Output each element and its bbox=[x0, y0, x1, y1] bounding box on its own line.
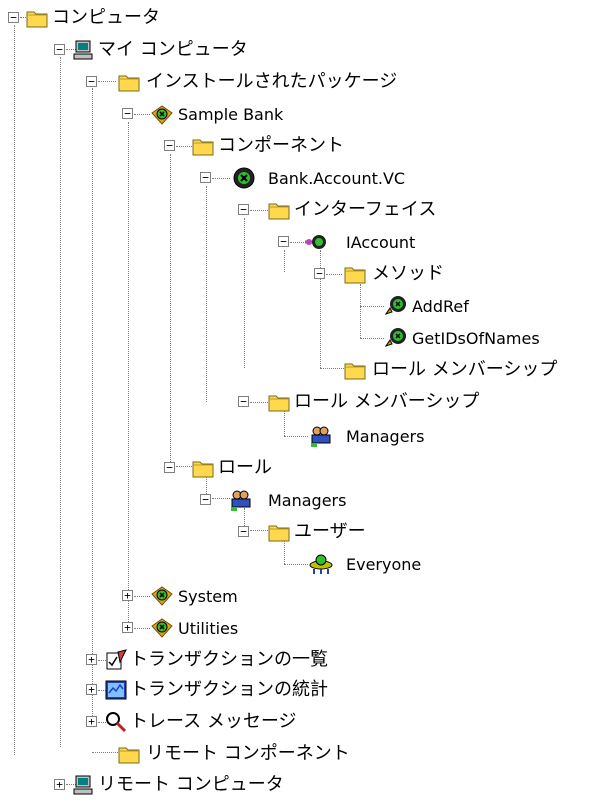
tree-item-installed-packages[interactable]: − インストールされたパッケージ bbox=[0, 66, 420, 98]
computer-icon bbox=[72, 774, 94, 796]
component-icon bbox=[232, 166, 255, 189]
expand-toggle[interactable]: + bbox=[54, 779, 65, 790]
tree-item-label: ロール bbox=[218, 457, 272, 478]
expand-toggle[interactable]: + bbox=[122, 622, 133, 633]
transaction-list-icon bbox=[104, 648, 127, 670]
folder-icon bbox=[118, 71, 140, 93]
collapse-toggle[interactable]: − bbox=[238, 396, 249, 407]
tree-item-transaction-list[interactable]: + トランザクションの一覧 bbox=[0, 644, 420, 676]
folder-icon bbox=[344, 263, 366, 285]
tree-item-roles[interactable]: − ロール bbox=[0, 452, 400, 484]
tree-item-label: インターフェイス bbox=[294, 199, 437, 220]
tree-view[interactable]: − コンピュータ − マイ コンピュータ − インストールされたパッケージ − … bbox=[0, 0, 608, 802]
collapse-toggle[interactable]: − bbox=[238, 204, 249, 215]
collapse-toggle[interactable]: − bbox=[54, 44, 65, 55]
collapse-toggle[interactable]: − bbox=[164, 140, 175, 151]
folder-icon bbox=[268, 391, 290, 413]
folder-icon bbox=[118, 743, 140, 765]
tree-item-system[interactable]: + System bbox=[0, 580, 320, 612]
tree-item-remote-computers[interactable]: + リモート コンピュータ bbox=[0, 769, 360, 801]
expand-toggle[interactable]: + bbox=[86, 684, 97, 695]
folder-icon bbox=[268, 521, 290, 543]
tree-item-label: メソッド bbox=[372, 263, 444, 284]
collapse-toggle[interactable]: − bbox=[200, 494, 211, 505]
tree-item-label: リモート コンポーネント bbox=[146, 743, 350, 764]
collapse-toggle[interactable]: − bbox=[8, 12, 19, 23]
tree-item-label: System bbox=[178, 587, 238, 606]
folder-icon bbox=[268, 199, 290, 221]
collapse-toggle[interactable]: − bbox=[314, 268, 325, 279]
collapse-toggle[interactable]: − bbox=[86, 76, 97, 87]
tree-item-label: GetIDsOfNames bbox=[412, 329, 540, 348]
expand-toggle[interactable]: + bbox=[86, 654, 97, 665]
tree-item-label: ロール メンバーシップ bbox=[372, 359, 558, 380]
tree-item-sample-bank[interactable]: − Sample Bank bbox=[0, 98, 320, 130]
tree-item-iaccount[interactable]: − IAccount bbox=[0, 226, 460, 258]
tree-item-role-membership-component[interactable]: − ロール メンバーシップ bbox=[0, 386, 560, 418]
tree-item-everyone[interactable]: Everyone bbox=[0, 548, 480, 580]
tree-item-managers-role[interactable]: − Managers bbox=[0, 484, 420, 516]
tree-item-label: ロール メンバーシップ bbox=[294, 391, 480, 412]
folder-icon bbox=[192, 135, 214, 157]
tree-item-getidsofnames[interactable]: GetIDsOfNames bbox=[0, 322, 600, 354]
tree-item-label: コンポーネント bbox=[218, 135, 344, 156]
collapse-toggle[interactable]: − bbox=[122, 108, 133, 119]
role-icon bbox=[308, 424, 331, 447]
tree-item-label: Bank.Account.VC bbox=[268, 169, 406, 188]
computer-icon bbox=[72, 39, 94, 61]
tree-item-methods[interactable]: − メソッド bbox=[0, 258, 480, 290]
tree-item-components[interactable]: − コンポーネント bbox=[0, 130, 420, 162]
role-icon bbox=[228, 488, 251, 511]
tree-item-label: トレース メッセージ bbox=[130, 711, 297, 732]
tree-item-transaction-stats[interactable]: + トランザクションの統計 bbox=[0, 674, 420, 706]
expand-toggle[interactable]: + bbox=[122, 590, 133, 601]
tree-item-label: Everyone bbox=[346, 555, 422, 574]
tree-item-bank-account-vc[interactable]: − Bank.Account.VC bbox=[0, 162, 460, 194]
tree-item-managers-member[interactable]: Managers bbox=[0, 420, 480, 452]
tree-item-utilities[interactable]: + Utilities bbox=[0, 612, 320, 644]
tree-item-role-membership-interface[interactable]: ロール メンバーシップ bbox=[0, 354, 608, 386]
tree-item-label: Sample Bank bbox=[178, 105, 284, 124]
collapse-toggle[interactable]: − bbox=[164, 462, 175, 473]
tree-item-label: マイ コンピュータ bbox=[98, 39, 248, 60]
tree-item-users[interactable]: − ユーザー bbox=[0, 516, 440, 548]
package-icon bbox=[150, 584, 173, 606]
method-icon bbox=[384, 326, 406, 348]
tree-item-label: トランザクションの統計 bbox=[130, 679, 328, 700]
user-icon bbox=[308, 552, 333, 574]
collapse-toggle[interactable]: − bbox=[238, 526, 249, 537]
collapse-toggle[interactable]: − bbox=[278, 236, 289, 247]
tree-item-remote-components[interactable]: リモート コンポーネント bbox=[0, 738, 440, 770]
tree-item-trace-messages[interactable]: + トレース メッセージ bbox=[0, 706, 400, 738]
tree-item-label: Utilities bbox=[178, 619, 239, 638]
tree-item-label: トランザクションの一覧 bbox=[130, 649, 328, 670]
folder-icon bbox=[344, 359, 366, 381]
package-icon bbox=[150, 616, 173, 638]
tree-item-interfaces[interactable]: − インターフェイス bbox=[0, 194, 500, 226]
tree-item-my-computer[interactable]: − マイ コンピュータ bbox=[0, 34, 300, 66]
collapse-toggle[interactable]: − bbox=[200, 172, 211, 183]
interface-icon bbox=[304, 231, 326, 253]
tree-item-label: リモート コンピュータ bbox=[98, 774, 284, 795]
expand-toggle[interactable]: + bbox=[86, 716, 97, 727]
tree-item-computers[interactable]: − コンピュータ bbox=[0, 2, 200, 34]
magnifier-icon bbox=[104, 710, 127, 733]
tree-item-label: コンピュータ bbox=[52, 7, 160, 28]
folder-icon bbox=[192, 457, 214, 479]
transaction-stats-icon bbox=[104, 678, 127, 700]
tree-item-label: AddRef bbox=[412, 297, 469, 316]
tree-item-label: ユーザー bbox=[294, 521, 366, 542]
tree-item-label: インストールされたパッケージ bbox=[146, 71, 398, 92]
method-icon bbox=[384, 294, 406, 316]
package-icon bbox=[150, 103, 173, 125]
tree-item-label: IAccount bbox=[346, 233, 416, 252]
tree-item-addref[interactable]: AddRef bbox=[0, 290, 520, 322]
folder-icon bbox=[26, 7, 48, 29]
tree-item-label: Managers bbox=[268, 491, 347, 510]
tree-item-label: Managers bbox=[346, 427, 425, 446]
